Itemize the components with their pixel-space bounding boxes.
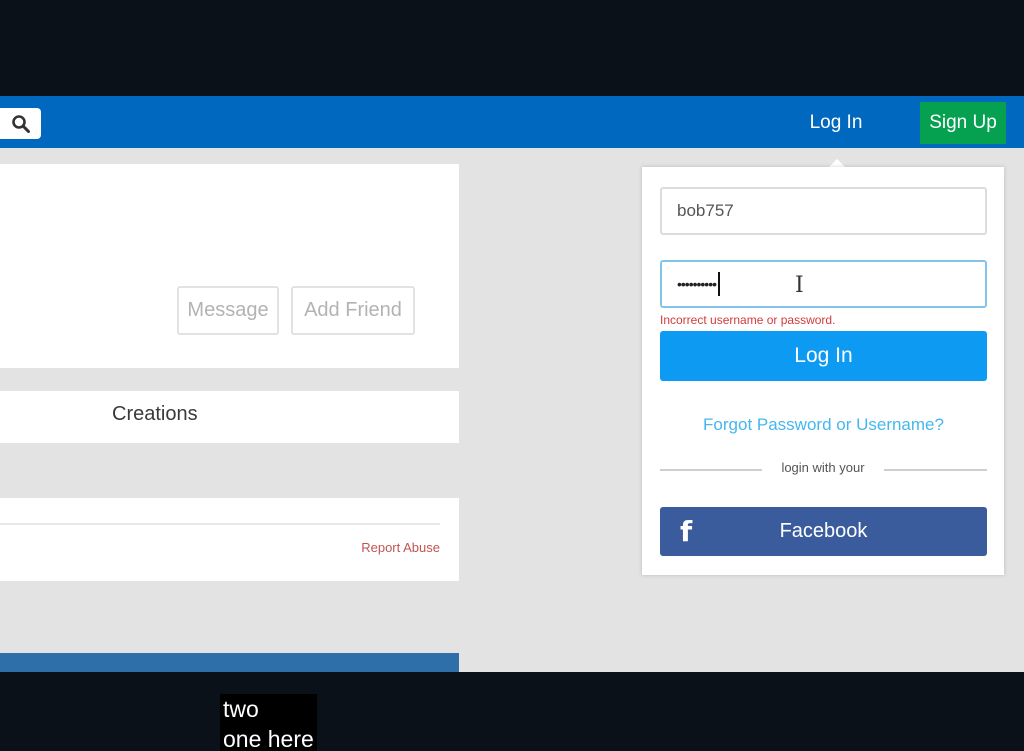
subtitle-line-1: two xyxy=(223,696,259,722)
password-value: •••••••••• xyxy=(677,276,717,292)
report-abuse-link[interactable]: Report Abuse xyxy=(361,540,440,555)
login-error-message: Incorrect username or password. xyxy=(660,313,836,327)
web-page-screen: Log In Sign Up Message Add Friend Creati… xyxy=(0,96,1024,672)
add-friend-button[interactable]: Add Friend xyxy=(291,286,415,335)
username-value: bob757 xyxy=(677,201,734,220)
forgot-password-link[interactable]: Forgot Password or Username? xyxy=(660,415,987,435)
video-subtitle: two one here xyxy=(220,694,317,751)
social-login-divider-text: login with your xyxy=(781,460,865,475)
text-caret xyxy=(718,272,721,296)
facebook-label: Facebook xyxy=(779,520,868,542)
video-letterbox-top xyxy=(0,0,1024,96)
search-icon xyxy=(11,114,30,133)
tab-bar: Creations xyxy=(0,391,459,443)
ibeam-cursor-icon: I xyxy=(795,273,804,298)
top-navigation-bar: Log In Sign Up xyxy=(0,96,1024,148)
bottom-section-header xyxy=(0,653,459,672)
facebook-icon: f xyxy=(680,515,693,548)
username-input[interactable]: bob757 xyxy=(660,187,987,235)
tab-creations[interactable]: Creations xyxy=(112,403,198,426)
comments-divider xyxy=(0,523,440,525)
profile-card: Message Add Friend xyxy=(0,164,459,368)
divider-line-left xyxy=(660,469,762,471)
login-submit-button[interactable]: Log In xyxy=(660,331,987,381)
video-letterbox-bottom xyxy=(0,672,1024,751)
nav-login-link[interactable]: Log In xyxy=(790,109,882,137)
divider-line-right xyxy=(884,469,987,471)
facebook-login-button[interactable]: f Facebook xyxy=(660,507,987,556)
subtitle-line-2: one here xyxy=(223,726,314,751)
message-button[interactable]: Message xyxy=(177,286,279,335)
comments-card: Report Abuse xyxy=(0,498,459,581)
search-button[interactable] xyxy=(0,108,41,139)
login-dropdown-panel: bob757 •••••••••• I Incorrect username o… xyxy=(642,167,1004,575)
password-input[interactable]: •••••••••• I xyxy=(660,260,987,308)
signup-button[interactable]: Sign Up xyxy=(920,102,1006,144)
